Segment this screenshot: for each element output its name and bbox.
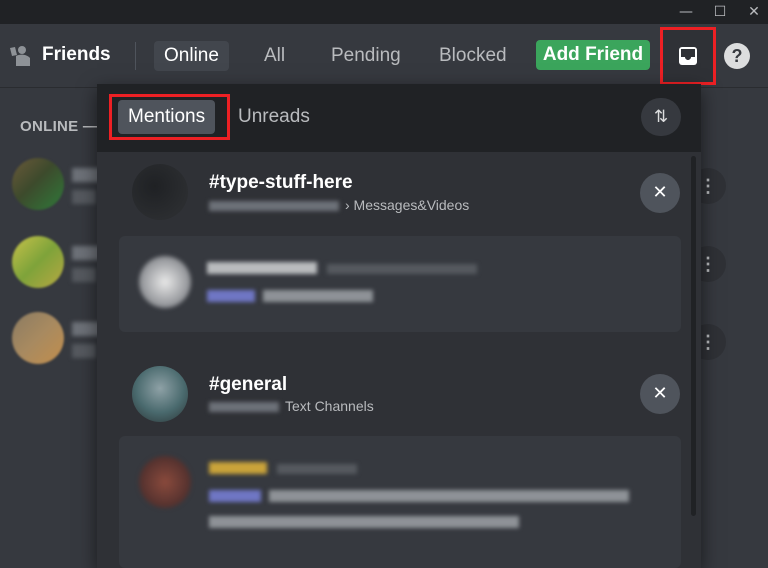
dismiss-button[interactable]: ✕ <box>640 374 680 414</box>
channel-name[interactable]: #general <box>209 374 287 396</box>
message-text <box>263 290 373 302</box>
message-author-avatar[interactable] <box>139 256 191 308</box>
channel-category: Text Channels <box>209 398 374 414</box>
online-section-header: ONLINE — <box>20 118 99 135</box>
tab-blocked[interactable]: Blocked <box>429 41 517 71</box>
inbox-icon <box>679 47 697 65</box>
message-author-avatar[interactable] <box>139 456 191 508</box>
page-title: Friends <box>42 44 111 65</box>
window-titlebar: — ☐ ✕ <box>0 0 768 24</box>
tab-pending[interactable]: Pending <box>321 41 411 71</box>
message-author-name <box>207 262 317 274</box>
mention-message[interactable] <box>119 236 681 332</box>
help-button[interactable]: ? <box>724 43 750 69</box>
dismiss-button[interactable]: ✕ <box>640 173 680 213</box>
maximize-button[interactable]: ☐ <box>706 0 734 24</box>
sort-button[interactable]: ⇅ <box>641 98 681 136</box>
friend-status <box>72 344 96 358</box>
friends-header: Friends Online All Pending Blocked Add F… <box>0 24 768 88</box>
window-close-button[interactable]: ✕ <box>740 0 768 24</box>
message-author-name <box>209 462 267 474</box>
message-text-line <box>209 516 519 528</box>
minimize-button[interactable]: — <box>672 0 700 24</box>
inbox-button[interactable] <box>660 27 716 85</box>
inbox-scrollbar[interactable] <box>691 156 696 516</box>
mention-message[interactable] <box>119 436 681 568</box>
category-label: › Messages&Videos <box>345 197 470 213</box>
inbox-popout: Mentions Unreads ⇅ #type-stuff-here › Me… <box>97 84 701 568</box>
add-friend-button[interactable]: Add Friend <box>536 40 650 70</box>
channel-server-avatar[interactable] <box>132 366 188 422</box>
inbox-header: Mentions Unreads ⇅ <box>97 84 701 152</box>
redacted-server-name <box>209 402 279 413</box>
friend-avatar[interactable] <box>12 236 64 288</box>
channel-server-avatar[interactable] <box>132 164 188 220</box>
category-label: Text Channels <box>285 398 374 414</box>
redacted-server-name <box>209 201 339 212</box>
friend-status <box>72 190 96 204</box>
header-divider <box>135 42 136 70</box>
tab-all[interactable]: All <box>254 41 295 71</box>
message-timestamp <box>327 264 477 274</box>
message-mention-tag <box>207 290 255 302</box>
tab-unreads[interactable]: Unreads <box>228 100 320 134</box>
friends-wave-icon <box>10 46 30 66</box>
message-text <box>269 490 629 502</box>
channel-category: › Messages&Videos <box>209 197 469 213</box>
message-timestamp <box>277 464 357 474</box>
message-mention-tag <box>209 490 261 502</box>
friend-avatar[interactable] <box>12 158 64 210</box>
mentions-highlight-outline <box>109 94 230 140</box>
tab-online[interactable]: Online <box>154 41 229 71</box>
friend-status <box>72 268 96 282</box>
friend-avatar[interactable] <box>12 312 64 364</box>
channel-name[interactable]: #type-stuff-here <box>209 172 353 194</box>
